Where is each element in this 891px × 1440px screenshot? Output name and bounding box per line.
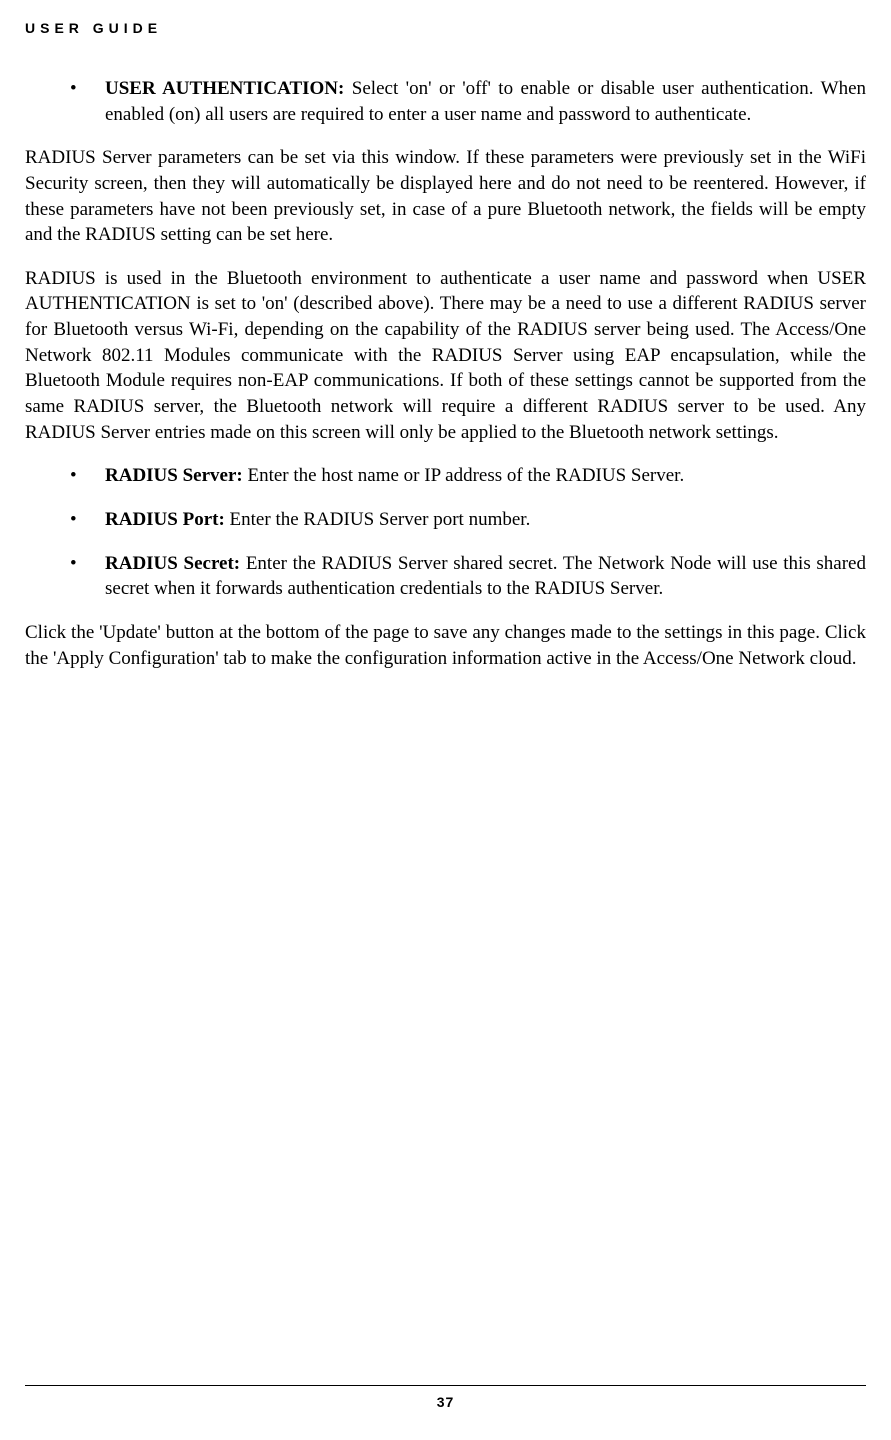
content-area: USER AUTHENTICATION: Select 'on' or 'off… (25, 76, 866, 1380)
list-item: RADIUS Port: Enter the RADIUS Server por… (70, 507, 866, 533)
page-container: USER GUIDE USER AUTHENTICATION: Select '… (0, 0, 891, 1440)
paragraph: RADIUS is used in the Bluetooth environm… (25, 266, 866, 445)
bullet-label: USER AUTHENTICATION: (105, 78, 344, 99)
footer: 37 (0, 1385, 891, 1410)
paragraph: Click the 'Update' button at the bottom … (25, 620, 866, 671)
paragraph: RADIUS Server parameters can be set via … (25, 145, 866, 248)
bullet-list-1: USER AUTHENTICATION: Select 'on' or 'off… (70, 76, 866, 127)
bullet-label: RADIUS Server: (105, 465, 243, 486)
header-title: USER GUIDE (25, 20, 866, 36)
list-item: RADIUS Server: Enter the host name or IP… (70, 463, 866, 489)
footer-divider (25, 1385, 866, 1386)
list-item: RADIUS Secret: Enter the RADIUS Server s… (70, 551, 866, 602)
bullet-label: RADIUS Port: (105, 509, 225, 530)
list-item: USER AUTHENTICATION: Select 'on' or 'off… (70, 76, 866, 127)
bullet-label: RADIUS Secret: (105, 553, 240, 574)
page-number: 37 (0, 1394, 891, 1410)
bullet-list-2: RADIUS Server: Enter the host name or IP… (70, 463, 866, 602)
bullet-text: Enter the host name or IP address of the… (243, 465, 684, 486)
bullet-text: Enter the RADIUS Server port number. (225, 509, 531, 530)
